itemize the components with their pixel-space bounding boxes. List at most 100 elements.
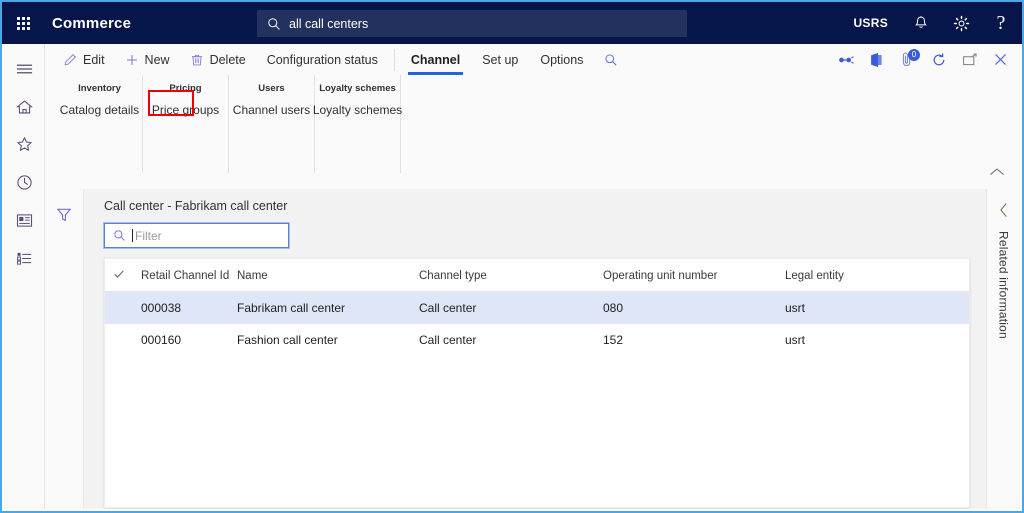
quick-filter-placeholder: Filter <box>135 228 162 243</box>
edit-button[interactable]: Edit <box>53 44 115 75</box>
tab-channel-label: Channel <box>410 52 461 67</box>
table-row[interactable]: 000038 Fabrikam call center Call center … <box>105 291 969 324</box>
cell-name: Fashion call center <box>237 333 338 347</box>
sidebar-item-expand-navigation[interactable] <box>4 52 45 90</box>
new-button[interactable]: New <box>115 44 180 75</box>
home-icon <box>16 99 33 120</box>
attachments-icon[interactable]: 0 <box>892 44 923 75</box>
delete-button-label: Delete <box>209 52 246 67</box>
sidebar-item-recent[interactable] <box>4 166 45 204</box>
chevron-up-icon[interactable] <box>986 161 1008 183</box>
bell-icon[interactable] <box>902 2 940 44</box>
select-all-header[interactable] <box>105 259 141 292</box>
pencil-icon <box>63 53 77 67</box>
row-select-cell[interactable] <box>105 324 141 356</box>
delete-button[interactable]: Delete <box>180 44 256 75</box>
app-launcher-waffle-icon[interactable] <box>2 2 44 44</box>
filter-funnel-icon[interactable] <box>50 201 78 229</box>
sidebar-item-workspaces[interactable] <box>4 204 45 242</box>
tabstrip-divider <box>393 48 395 71</box>
action-pane-right-icons: 0 <box>830 44 1016 75</box>
top-bar-actions: USRS ? <box>841 2 1020 44</box>
trash-icon <box>190 53 204 67</box>
page-content: Call center - Fabrikam call center Filte… <box>45 189 1020 509</box>
left-navigation-rail <box>4 44 45 509</box>
related-information-panel[interactable]: Related information <box>986 189 1020 509</box>
tab-configuration-status[interactable]: Configuration status <box>256 44 389 75</box>
ribbon-item-price-groups[interactable]: Price groups <box>152 103 219 117</box>
header-row: Retail Channel Id Name Channel type Oper… <box>105 259 969 292</box>
share-link-icon[interactable] <box>830 44 861 75</box>
gear-icon[interactable] <box>942 2 980 44</box>
star-icon <box>16 136 33 158</box>
ribbon-item-channel-users[interactable]: Channel users <box>233 103 310 117</box>
table-row[interactable]: 000160 Fashion call center Call center 1… <box>105 324 969 356</box>
new-button-label: New <box>144 52 170 67</box>
search-icon <box>267 17 281 31</box>
ribbon-group-inventory: Inventory Catalog details <box>57 75 143 173</box>
data-grid: Retail Channel Id Name Channel type Oper… <box>105 259 969 356</box>
cell-retail-channel-id[interactable]: 000038 <box>141 291 237 324</box>
workspaces-icon <box>16 213 33 233</box>
ribbon-group-pricing: Pricing Price groups <box>143 75 229 173</box>
tab-configuration-status-label: Configuration status <box>266 52 378 67</box>
checkmark-icon <box>113 270 125 283</box>
ribbon-group-loyalty-schemes-title: Loyalty schemes <box>319 83 396 94</box>
plus-icon <box>125 53 139 67</box>
edit-button-label: Edit <box>83 52 105 67</box>
open-in-office-icon[interactable] <box>861 44 892 75</box>
clock-icon <box>16 174 33 196</box>
dynamics-commerce-window: Commerce all call centers USRS ? Edit Ne… <box>0 0 1024 513</box>
tab-channel[interactable]: Channel <box>400 44 471 75</box>
column-header-retail-channel-id[interactable]: Retail Channel Id <box>141 259 237 292</box>
tab-set-up[interactable]: Set up <box>471 44 529 75</box>
global-search-value: all call centers <box>289 16 369 31</box>
cell-channel-type: Call center <box>419 291 603 324</box>
related-information-label: Related information <box>996 231 1011 339</box>
column-header-operating-unit-number[interactable]: Operating unit number <box>603 259 785 292</box>
ribbon-group-users: Users Channel users <box>229 75 315 173</box>
ribbon-group-pricing-title: Pricing <box>169 83 202 94</box>
grid-container: Call center - Fabrikam call center Filte… <box>84 189 986 509</box>
cell-channel-type: Call center <box>419 333 477 347</box>
data-grid-card: Retail Channel Id Name Channel type Oper… <box>104 258 970 508</box>
sidebar-item-modules[interactable] <box>4 242 45 280</box>
sidebar-item-home[interactable] <box>4 90 45 128</box>
quick-filter-input[interactable]: Filter <box>104 223 289 248</box>
ribbon-group-users-title: Users <box>258 83 285 94</box>
chevron-left-icon[interactable] <box>993 199 1015 221</box>
column-header-name[interactable]: Name <box>237 259 419 292</box>
data-grid-body: 000038 Fabrikam call center Call center … <box>105 291 969 357</box>
tab-set-up-label: Set up <box>482 52 519 67</box>
tab-options[interactable]: Options <box>529 44 594 75</box>
search-icon <box>113 229 126 242</box>
action-pane: Edit New Delete Configuration status Cha… <box>45 44 1020 189</box>
global-search-input[interactable]: all call centers <box>257 10 687 37</box>
attachments-badge-count: 0 <box>908 49 920 61</box>
action-pane-tabstrip: Edit New Delete Configuration status Cha… <box>45 44 1020 75</box>
cell-operating-unit-number: 080 <box>603 291 785 324</box>
row-select-cell[interactable] <box>105 291 141 324</box>
action-pane-ribbon: Inventory Catalog details Pricing Price … <box>45 75 1020 189</box>
data-grid-header: Retail Channel Id Name Channel type Oper… <box>105 259 969 292</box>
sidebar-item-favorites[interactable] <box>4 128 45 166</box>
modules-list-icon <box>16 251 33 271</box>
ribbon-item-catalog-details[interactable]: Catalog details <box>60 103 139 117</box>
tab-options-label: Options <box>540 52 584 67</box>
ribbon-group-inventory-title: Inventory <box>78 83 121 94</box>
action-pane-search-icon[interactable] <box>594 44 628 75</box>
popout-window-icon[interactable] <box>954 44 985 75</box>
ribbon-group-loyalty-schemes: Loyalty schemes Loyalty schemes <box>313 75 402 173</box>
column-header-channel-type[interactable]: Channel type <box>419 259 603 292</box>
ribbon-item-loyalty-schemes[interactable]: Loyalty schemes <box>313 103 402 117</box>
cell-retail-channel-id[interactable]: 000160 <box>141 324 237 356</box>
hamburger-menu-icon <box>16 62 33 81</box>
question-mark-icon[interactable]: ? <box>982 2 1020 44</box>
filter-rail <box>45 189 84 509</box>
refresh-icon[interactable] <box>923 44 954 75</box>
column-header-legal-entity[interactable]: Legal entity <box>785 259 969 292</box>
cell-operating-unit-number: 152 <box>603 333 624 347</box>
company-selector[interactable]: USRS <box>841 16 900 30</box>
close-icon[interactable] <box>985 44 1016 75</box>
cell-legal-entity[interactable]: usrt <box>785 291 969 324</box>
